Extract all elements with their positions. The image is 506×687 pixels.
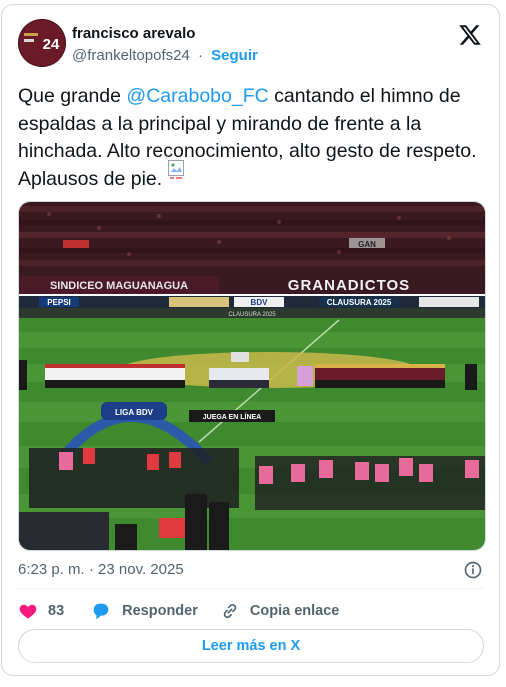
banner-right-text: GRANADICTOS: [288, 277, 410, 294]
author-handle[interactable]: @frankeltopofs24: [72, 47, 190, 64]
heart-icon: [19, 604, 37, 619]
ad-juego-text: JUEGA EN LÍNEA: [203, 412, 261, 421]
separator-dot: ·: [197, 47, 203, 64]
banner-top-text: GAN: [358, 240, 376, 249]
like-count: 83: [48, 603, 65, 619]
stadium-photo: GAN SINDICEO MAGUANAGUA GRANADICTOS PEPS…: [19, 202, 485, 550]
tweet-photo[interactable]: GAN SINDICEO MAGUANAGUA GRANADICTOS PEPS…: [18, 201, 486, 551]
tweet-card: 24 francisco arevalo @frankeltopofs24 · …: [1, 4, 500, 676]
copy-link-button[interactable]: Copia enlace: [220, 601, 339, 621]
author-handle-row: @frankeltopofs24 · Seguir: [72, 47, 258, 64]
reply-bubble-icon: [93, 603, 109, 620]
avatar[interactable]: 24: [18, 19, 66, 67]
ad-bdv-text: BDV: [251, 298, 269, 307]
arch-label: LIGA BDV: [115, 408, 154, 417]
like-button[interactable]: 83: [18, 601, 64, 621]
timestamp[interactable]: 6:23 p. m. · 23 nov. 2025: [18, 561, 184, 578]
divider: [18, 588, 484, 589]
avatar-image: 24: [18, 19, 66, 67]
x-logo-icon[interactable]: [458, 23, 482, 47]
ad-pepsi-text: PEPSI: [47, 298, 71, 307]
ad-clausura-text: CLAUSURA 2025: [327, 298, 392, 307]
link-icon: [223, 603, 237, 619]
read-more-button[interactable]: Leer más en X: [18, 629, 484, 663]
info-icon[interactable]: [463, 560, 483, 580]
author-name[interactable]: francisco arevalo: [72, 25, 195, 42]
follow-button[interactable]: Seguir: [211, 47, 258, 64]
avatar-text: 24: [43, 36, 60, 53]
banner-left-text: SINDICEO MAGUANAGUA: [50, 280, 188, 292]
ad-clausura-small-text: CLAUSURA 2025: [228, 312, 276, 318]
players-left: [45, 364, 185, 388]
tweet-text: Que grande @Carabobo_FC cantando el himn…: [18, 83, 478, 193]
broken-image-icon: [168, 159, 185, 182]
copy-link-label: Copia enlace: [249, 603, 340, 619]
tweet-text-start: Que grande: [18, 85, 127, 107]
action-bar: 83 Responder Copia enlace: [18, 599, 339, 623]
players-right: [315, 364, 445, 388]
reply-button[interactable]: Responder: [90, 600, 198, 622]
mention-link[interactable]: @Carabobo_FC: [126, 85, 268, 107]
reply-label: Responder: [122, 603, 198, 619]
